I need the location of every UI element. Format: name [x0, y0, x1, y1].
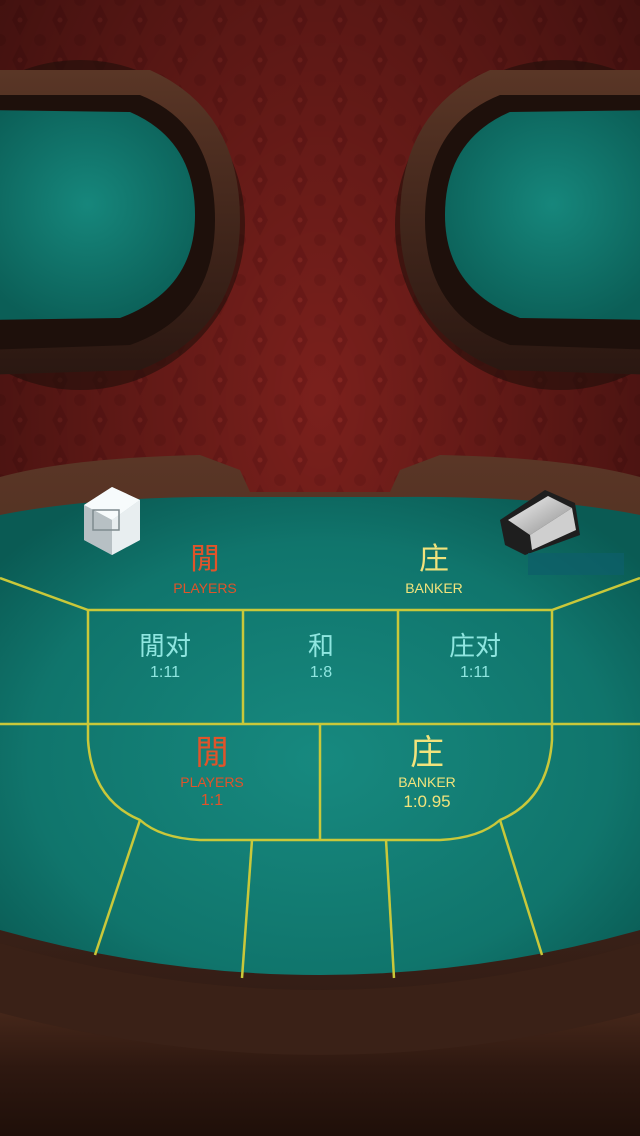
player-bet-odds: 1:1: [200, 792, 224, 809]
player-top-cn-label: 閒: [190, 542, 220, 577]
player-pair-label: 閒对: [138, 632, 192, 662]
banker-pair-odds: 1:11: [460, 664, 490, 681]
player-bet-en-label: PLAYERS: [180, 774, 244, 790]
casino-scene: [0, 0, 640, 1136]
tie-odds: 1:8: [309, 664, 333, 681]
player-pair-odds: 1:11: [150, 664, 180, 681]
banker-top-en-label: BANKER: [405, 580, 463, 596]
banker-bet-odds: 1:0.95: [403, 792, 451, 811]
player-bet-cn-label: 閒: [195, 733, 229, 773]
banker-pair-label: 庄对: [448, 632, 502, 662]
banker-top-cn-label: 庄: [419, 542, 449, 577]
banker-bet-cn-label: 庄: [410, 733, 444, 773]
tie-label: 和: [307, 632, 335, 662]
banker-bet-en-label: BANKER: [398, 774, 456, 790]
player-top-en-label: PLAYERS: [173, 580, 237, 596]
